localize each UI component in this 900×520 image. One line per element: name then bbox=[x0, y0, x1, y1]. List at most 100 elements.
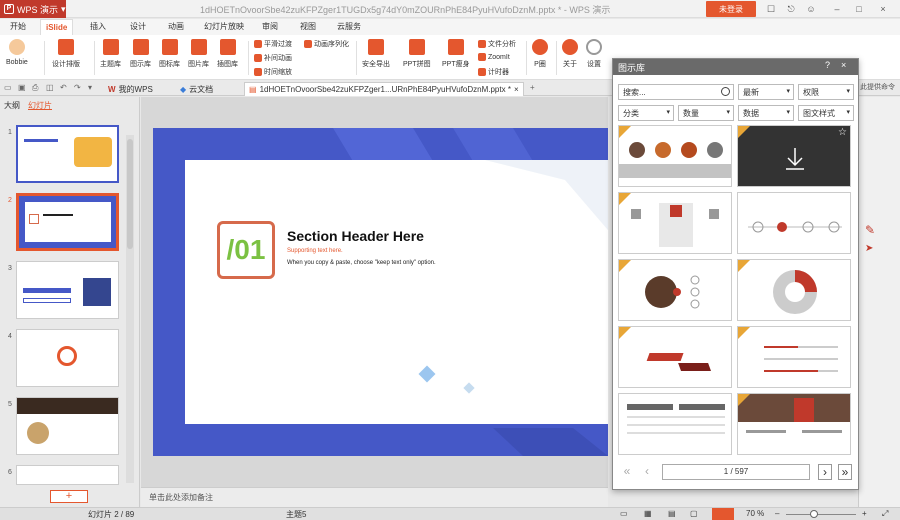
redo-icon[interactable]: ↷ bbox=[74, 83, 81, 92]
print-icon[interactable]: ⎙ bbox=[32, 83, 38, 93]
zoom-slider[interactable] bbox=[786, 514, 856, 515]
folder-icon[interactable]: ▭ bbox=[4, 83, 12, 92]
settings-button[interactable]: 设置 bbox=[586, 39, 602, 69]
slide-thumbnail-selected[interactable] bbox=[16, 193, 119, 251]
file-analysis-button[interactable]: 文件分析 bbox=[478, 39, 516, 49]
maximize-icon[interactable]: □ bbox=[852, 2, 866, 16]
zoom-slider-handle[interactable] bbox=[810, 510, 818, 518]
template-card-hovered[interactable]: ☆ bbox=[737, 125, 851, 187]
tab-view[interactable]: 视图 bbox=[300, 21, 316, 32]
template-card[interactable] bbox=[737, 326, 851, 388]
template-card[interactable] bbox=[618, 125, 732, 187]
slide-thumbnail[interactable] bbox=[16, 125, 119, 183]
section-note[interactable]: When you copy & paste, choose "keep text… bbox=[287, 260, 436, 266]
slide-thumbnail[interactable] bbox=[16, 261, 119, 319]
theme-name[interactable]: 主题5 bbox=[286, 509, 306, 520]
zoom-in-icon[interactable]: + bbox=[862, 509, 867, 518]
tab-insert[interactable]: 插入 bbox=[90, 21, 106, 32]
minimize-icon[interactable]: – bbox=[830, 2, 844, 16]
sorter-view-icon[interactable]: ▦ bbox=[644, 509, 652, 518]
pen-icon[interactable]: ✎ bbox=[865, 223, 875, 237]
template-card[interactable] bbox=[618, 259, 732, 321]
help-button[interactable]: ? bbox=[825, 60, 830, 70]
category-dropdown[interactable]: 分类 ▾ bbox=[618, 105, 674, 121]
first-page-button[interactable]: « bbox=[620, 464, 634, 480]
count-dropdown[interactable]: 数量 ▾ bbox=[678, 105, 734, 121]
style-dropdown[interactable]: 图文样式 ▾ bbox=[798, 105, 854, 121]
rights-dropdown[interactable]: 权限 ▾ bbox=[798, 84, 854, 100]
reading-view-icon[interactable]: ▤ bbox=[668, 509, 676, 518]
download-icon[interactable] bbox=[738, 126, 851, 187]
zoom-out-icon[interactable]: – bbox=[775, 509, 779, 518]
design-layout-button[interactable]: 设计排版 bbox=[52, 39, 80, 69]
tab-review[interactable]: 审阅 bbox=[262, 21, 278, 32]
tab-islide[interactable]: iSlide bbox=[40, 19, 74, 35]
cursor-icon[interactable]: ➤ bbox=[865, 243, 873, 254]
user-button[interactable]: Bobbie bbox=[6, 39, 28, 66]
tab-slides[interactable]: 幻灯片 bbox=[28, 100, 52, 110]
template-card[interactable] bbox=[618, 192, 732, 254]
close-tab-icon[interactable]: × bbox=[514, 85, 519, 94]
current-slide[interactable]: /01 Section Header Here Supporting text … bbox=[153, 128, 608, 456]
section-title[interactable]: Section Header Here bbox=[287, 228, 424, 244]
slide-thumbnail[interactable] bbox=[16, 465, 119, 485]
tab-my-wps[interactable]: W 我的WPS bbox=[104, 82, 157, 96]
chart-lib-button[interactable]: 图示库 bbox=[130, 39, 151, 69]
normal-view-icon[interactable]: ▭ bbox=[620, 509, 628, 518]
p-circle-button[interactable]: P圈 bbox=[532, 39, 548, 69]
slideshow-play-button[interactable] bbox=[712, 508, 734, 520]
notes-view-icon[interactable]: ▢ bbox=[690, 509, 698, 518]
timer-button[interactable]: 计时器 bbox=[478, 67, 509, 77]
next-page-button[interactable]: › bbox=[818, 464, 832, 480]
safe-export-button[interactable]: 安全导出 bbox=[362, 39, 390, 69]
template-card[interactable] bbox=[737, 393, 851, 455]
sort-dropdown[interactable]: 最新 ▾ bbox=[738, 84, 794, 100]
ppt-slim-button[interactable]: PPT瘦身 bbox=[442, 39, 470, 69]
template-card[interactable] bbox=[618, 393, 732, 455]
scrollbar[interactable] bbox=[126, 135, 134, 483]
zoomit-button[interactable]: ZoomIt bbox=[478, 53, 510, 61]
template-card[interactable] bbox=[618, 326, 732, 388]
fit-window-icon[interactable]: ⤢ bbox=[882, 509, 888, 519]
close-icon[interactable]: × bbox=[876, 2, 890, 16]
section-subtitle[interactable]: Supporting text here. bbox=[287, 248, 343, 254]
search-input[interactable]: 搜索... bbox=[618, 84, 734, 100]
last-page-button[interactable]: » bbox=[838, 464, 852, 480]
tab-slideshow[interactable]: 幻灯片放映 bbox=[204, 21, 244, 32]
theme-lib-button[interactable]: 主题库 bbox=[100, 39, 121, 69]
about-button[interactable]: 关于 bbox=[562, 39, 578, 69]
add-slide-button[interactable]: + bbox=[50, 490, 88, 503]
prev-page-button[interactable]: ‹ bbox=[640, 464, 654, 480]
save-icon[interactable]: ▣ bbox=[18, 83, 26, 92]
tab-animation[interactable]: 动画 bbox=[168, 21, 184, 32]
picture-lib-button[interactable]: 图片库 bbox=[188, 39, 209, 69]
search-icon[interactable] bbox=[721, 87, 730, 96]
tab-start[interactable]: 开始 bbox=[10, 21, 26, 32]
favorite-star-icon[interactable]: ☆ bbox=[838, 127, 847, 138]
notes-area[interactable]: 单击此处添加备注 bbox=[141, 487, 608, 507]
animation-seq-button[interactable]: 动画序列化 bbox=[304, 39, 349, 49]
new-tab-icon[interactable]: + bbox=[530, 83, 535, 92]
tab-active-document[interactable]: ▤ 1dHOETnOvoorSbe42zuKFPZger1...URnPhE84… bbox=[244, 82, 524, 96]
tab-design[interactable]: 设计 bbox=[130, 21, 146, 32]
ppt-puzzle-button[interactable]: PPT拼图 bbox=[403, 39, 431, 69]
slide-thumbnail[interactable] bbox=[16, 397, 119, 455]
tab-cloud-doc[interactable]: ◆ 云文档 bbox=[176, 82, 217, 96]
slide-thumbnail[interactable] bbox=[16, 329, 119, 387]
smooth-transition-button[interactable]: 平滑过渡 bbox=[254, 39, 292, 49]
close-panel-button[interactable]: × bbox=[841, 60, 846, 70]
skin-icon[interactable]: ☐ bbox=[764, 2, 778, 16]
icon-lib-button[interactable]: 图标库 bbox=[159, 39, 180, 69]
chevron-down-icon[interactable]: ▾ bbox=[88, 83, 92, 92]
template-card[interactable] bbox=[737, 192, 851, 254]
time-scale-button[interactable]: 时间缩放 bbox=[254, 67, 292, 77]
undo-icon[interactable]: ↶ bbox=[60, 83, 67, 92]
scrollbar-thumb[interactable] bbox=[127, 139, 133, 249]
illustration-lib-button[interactable]: 插图库 bbox=[217, 39, 238, 69]
page-indicator[interactable]: 1 / 597 bbox=[662, 464, 810, 480]
zoom-level[interactable]: 70 % bbox=[746, 509, 764, 518]
data-dropdown[interactable]: 数据 ▾ bbox=[738, 105, 794, 121]
template-card[interactable] bbox=[737, 259, 851, 321]
tab-outline[interactable]: 大纲 bbox=[4, 100, 20, 110]
supplement-animation-button[interactable]: 补间动画 bbox=[254, 53, 292, 63]
